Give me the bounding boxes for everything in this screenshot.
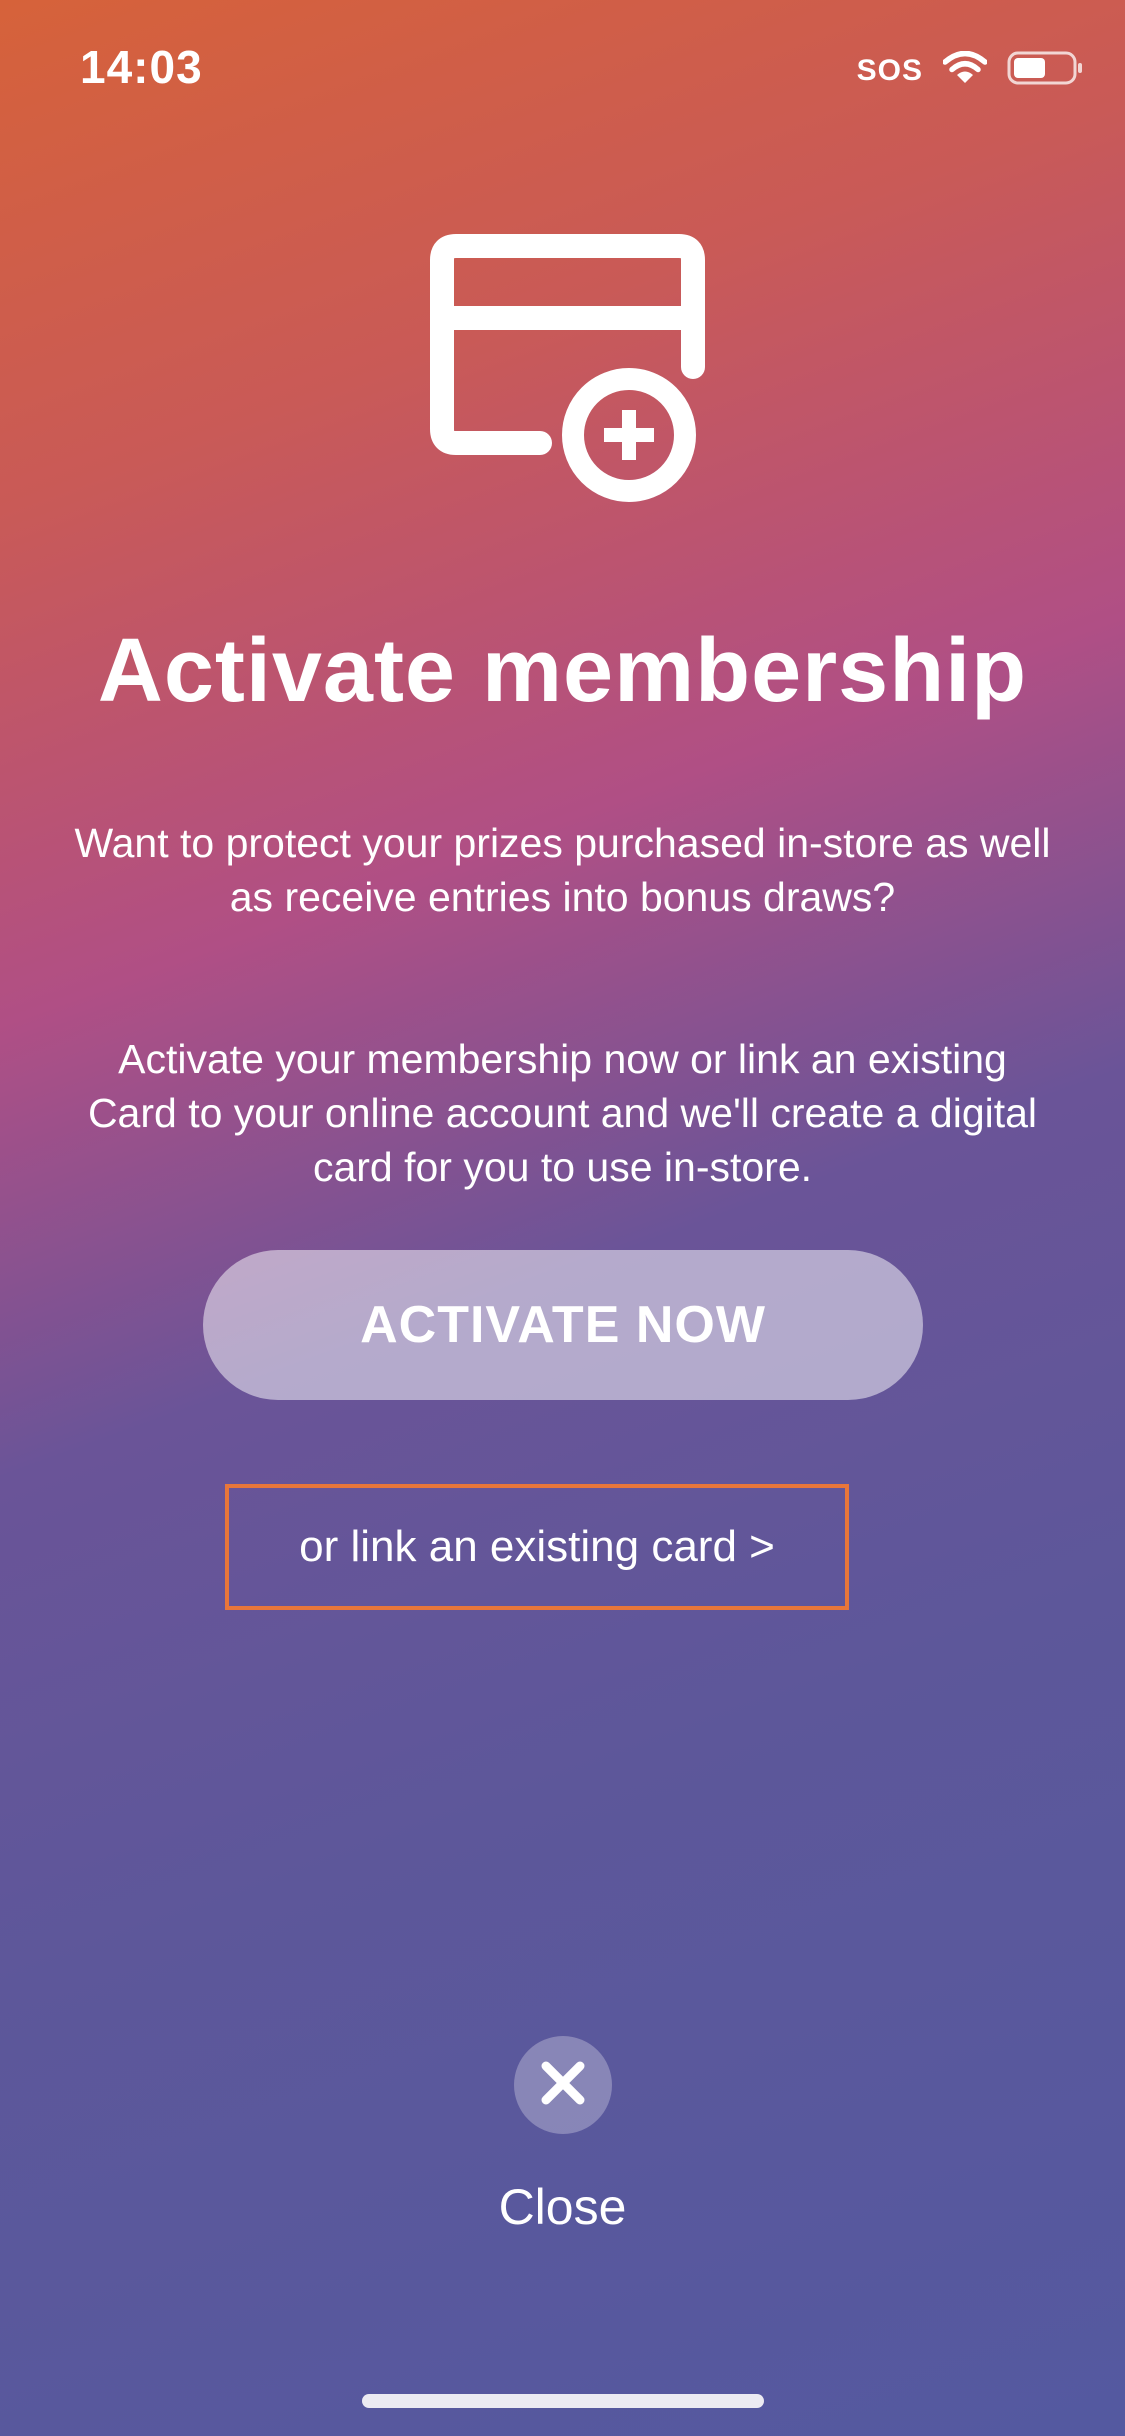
close-icon <box>538 2058 588 2113</box>
close-button[interactable] <box>514 2036 612 2134</box>
card-add-icon <box>427 230 707 510</box>
page-title: Activate membership <box>97 621 1028 721</box>
description-paragraph-1: Want to protect your prizes purchased in… <box>74 820 1051 920</box>
link-existing-card-link[interactable]: or link an existing card > <box>225 1484 849 1610</box>
status-bar: 14:03 SOS <box>0 0 1125 140</box>
description-paragraph-2: Activate your membership now or link an … <box>87 1036 1038 1190</box>
battery-icon <box>1007 50 1083 91</box>
status-time: 14:03 <box>80 41 203 93</box>
status-indicators: SOS <box>857 50 1083 91</box>
home-indicator[interactable] <box>362 2394 764 2408</box>
carrier-label: SOS <box>856 53 923 87</box>
close-label[interactable]: Close <box>0 2178 1125 2236</box>
activate-now-button[interactable]: ACTIVATE NOW <box>203 1250 923 1400</box>
wifi-icon <box>942 50 988 90</box>
